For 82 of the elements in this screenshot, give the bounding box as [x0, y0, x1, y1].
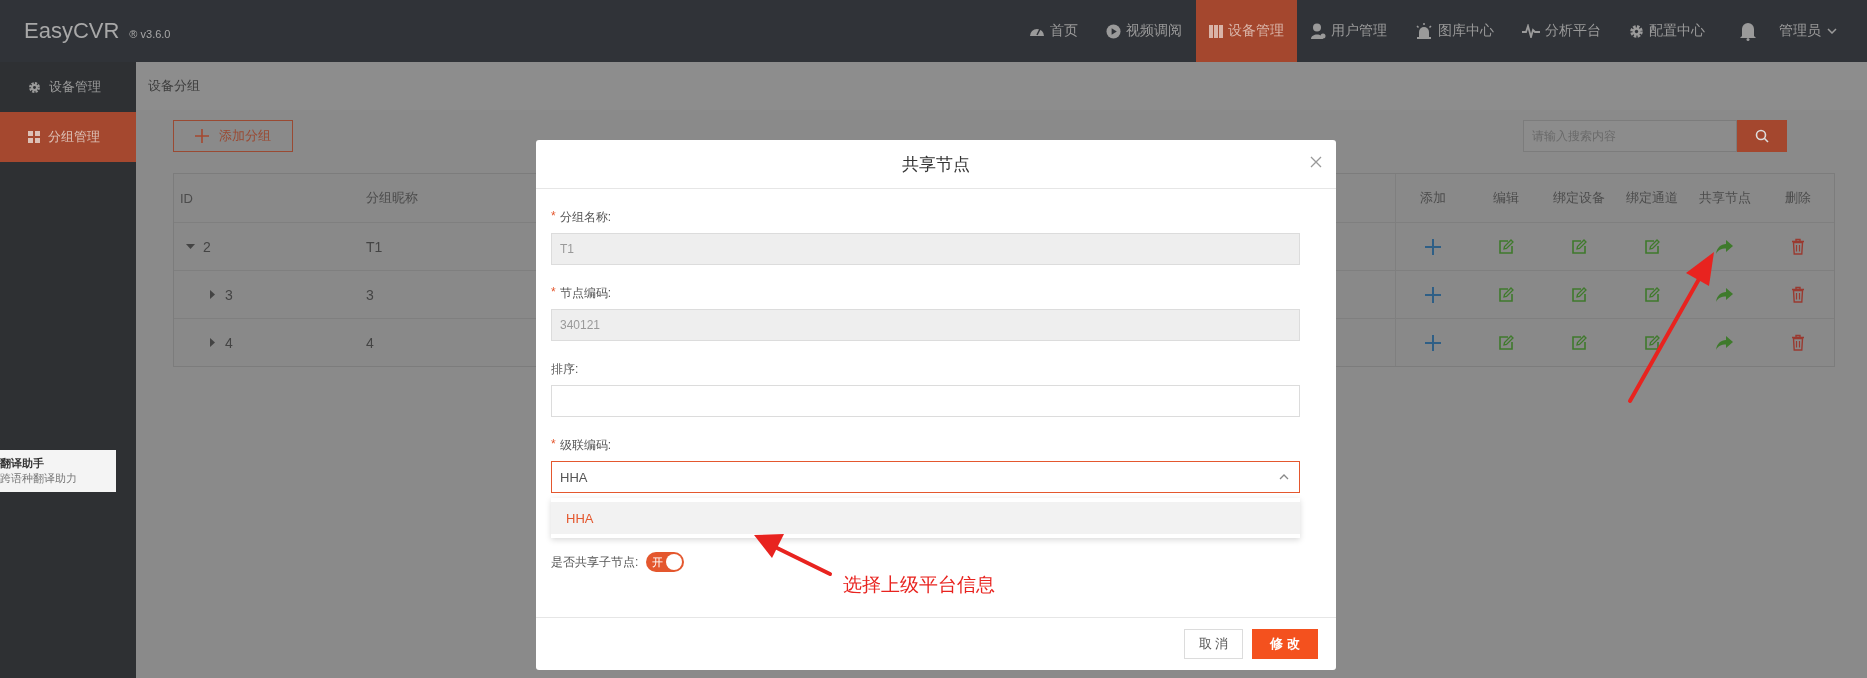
edit-icon[interactable]: [1497, 238, 1514, 255]
field-label: 节点编码:: [559, 285, 611, 302]
nav-tab[interactable]: 用户管理: [1297, 0, 1401, 62]
field-label: 级联编码:: [559, 437, 611, 454]
required-mark: *: [551, 285, 556, 301]
id-cell: 2: [203, 238, 211, 255]
sidebar-item[interactable]: 设备管理: [0, 62, 136, 112]
pulse-icon: [1522, 24, 1540, 38]
column-header: 共享节点: [1697, 189, 1752, 207]
chevron-down-icon: [1827, 28, 1837, 34]
edit-icon[interactable]: [1497, 334, 1514, 351]
dropdown-option[interactable]: HHA: [551, 502, 1300, 534]
settings-icon: [28, 80, 41, 94]
settings-icon: [1629, 23, 1644, 39]
plus-icon[interactable]: [1424, 286, 1441, 303]
share-arrow-icon[interactable]: [1716, 335, 1733, 350]
close-icon[interactable]: [1310, 156, 1322, 168]
edit-icon[interactable]: [1497, 286, 1514, 303]
plus-icon[interactable]: [1424, 334, 1441, 351]
column-header: 添加: [1395, 174, 1469, 222]
nav-tab[interactable]: 设备管理: [1196, 0, 1297, 62]
required-mark: *: [551, 437, 556, 453]
trash-icon[interactable]: [1790, 238, 1805, 255]
name-cell-text: 3: [366, 286, 375, 303]
nav-tab[interactable]: 配置中心: [1615, 0, 1719, 62]
column-header: 绑定设备: [1551, 189, 1606, 207]
edit-icon[interactable]: [1570, 334, 1587, 351]
column-header: 分组昵称: [366, 189, 419, 207]
logo-text: EasyCVR: [24, 18, 120, 44]
user-icon: [1311, 23, 1326, 39]
sidebar-item[interactable]: 分组管理: [0, 112, 136, 162]
name-cell-text: T1: [366, 238, 384, 255]
breadcrumb: 设备分组: [148, 77, 200, 95]
select-field[interactable]: HHA: [551, 461, 1300, 493]
edit-icon[interactable]: [1570, 286, 1587, 303]
field-label: 是否共享子节点:: [551, 553, 639, 571]
column-header: ID: [179, 190, 194, 206]
name-cell-text: 4: [366, 334, 375, 351]
nav-tab[interactable]: 首页: [1015, 0, 1092, 62]
confirm-button[interactable]: 修 改: [1252, 629, 1318, 659]
trash-icon[interactable]: [1790, 286, 1805, 303]
toggle-switch[interactable]: 开: [646, 552, 685, 572]
id-cell: 3: [225, 286, 233, 303]
version-text: ® v3.6.0: [129, 28, 171, 40]
chevron-up-icon: [1279, 474, 1289, 480]
search-icon: [1755, 129, 1769, 143]
popup-title: 翻译助手: [0, 456, 45, 471]
annotation-text: 选择上级平台信息: [843, 573, 995, 597]
share-arrow-icon[interactable]: [1716, 239, 1733, 254]
column-header: 编辑: [1491, 189, 1520, 207]
edit-icon[interactable]: [1570, 238, 1587, 255]
edit-icon[interactable]: [1643, 334, 1660, 351]
caret-right-icon[interactable]: [208, 338, 217, 347]
plus-icon[interactable]: [1424, 238, 1441, 255]
nav-tab[interactable]: 图库中心: [1401, 0, 1508, 62]
nav-tab[interactable]: 分析平台: [1508, 0, 1615, 62]
popup-subtitle: 跨语种翻译助力: [0, 471, 78, 486]
plus-icon: [195, 129, 209, 143]
caret-right-icon[interactable]: [208, 290, 217, 299]
trash-icon[interactable]: [1790, 334, 1805, 351]
field-label: 排序:: [551, 361, 579, 378]
translate-popup[interactable]: 翻译助手 跨语种翻译助力: [0, 450, 116, 492]
required-mark: *: [551, 209, 556, 225]
share-arrow-icon[interactable]: [1716, 287, 1733, 302]
grid-icon: [28, 131, 40, 143]
user-menu[interactable]: 管理员: [1779, 0, 1837, 62]
bell-icon[interactable]: [1739, 21, 1757, 41]
nav-tab[interactable]: 视频调阅: [1092, 0, 1196, 62]
edit-icon[interactable]: [1643, 238, 1660, 255]
play-icon: [1106, 23, 1121, 39]
field-label: 分组名称:: [559, 209, 611, 226]
column-header: 删除: [1783, 189, 1812, 207]
alarm-light-icon: [1415, 23, 1433, 39]
edit-icon[interactable]: [1643, 286, 1660, 303]
search-button[interactable]: [1737, 120, 1787, 152]
cancel-button[interactable]: 取 消: [1183, 629, 1244, 659]
book-icon: [1209, 23, 1223, 39]
column-header: 绑定通道: [1624, 189, 1679, 207]
text-field[interactable]: [551, 385, 1300, 417]
caret-down-icon[interactable]: [186, 242, 195, 251]
id-cell: 4: [225, 334, 233, 351]
dialog-title: 共享节点: [902, 153, 970, 176]
